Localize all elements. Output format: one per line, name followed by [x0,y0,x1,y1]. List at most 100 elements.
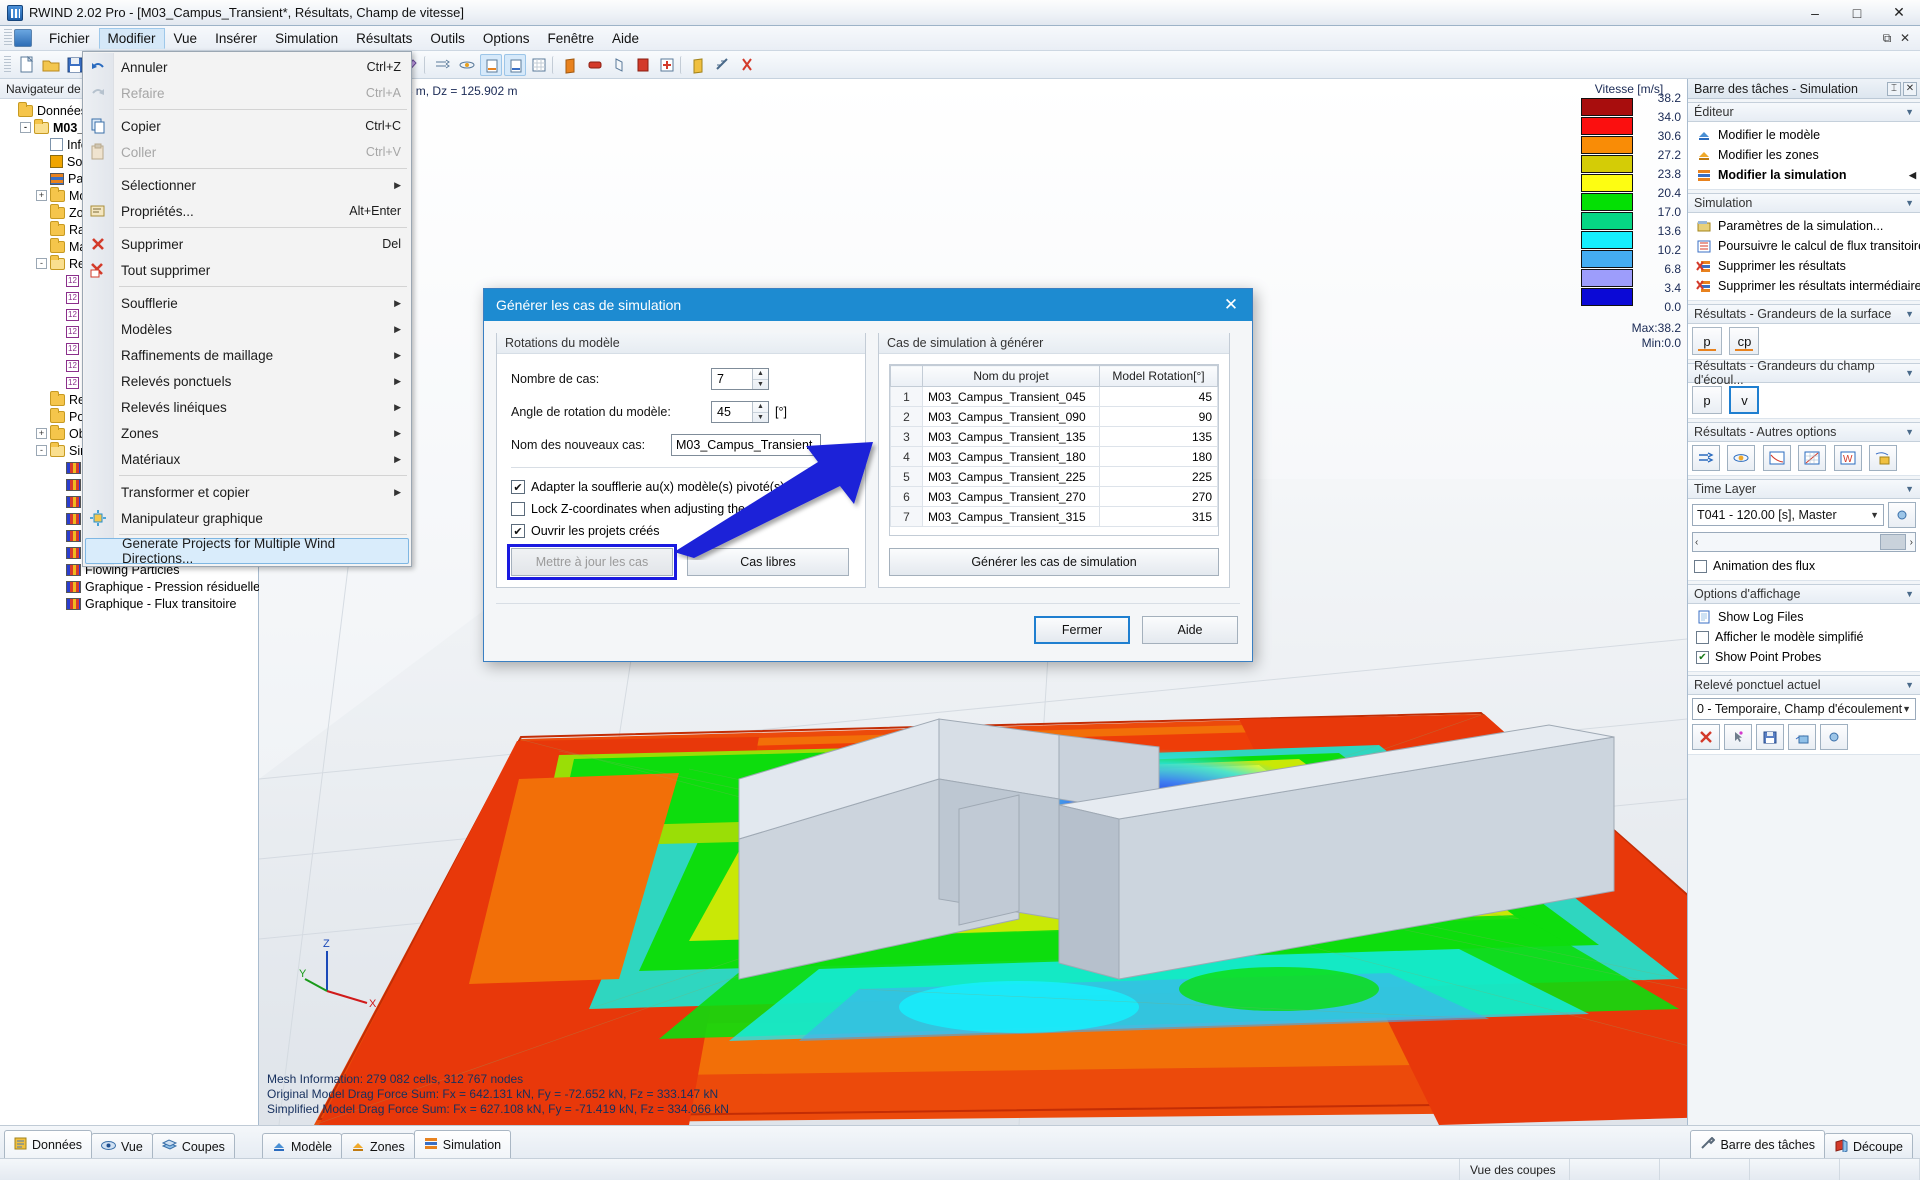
measure-icon[interactable] [712,54,734,76]
group-time-layer-header[interactable]: Time Layer ▼ [1688,479,1920,499]
maximize-button[interactable]: □ [1836,0,1878,26]
tab-zones[interactable]: Zones [341,1133,415,1159]
minimize-button[interactable]: – [1794,0,1836,26]
transient-graph-icon[interactable] [1798,445,1826,471]
menu-outils[interactable]: Outils [421,28,474,49]
clip-plane-icon[interactable] [560,54,582,76]
tree-expander[interactable]: - [36,258,47,269]
tree-expander[interactable]: + [36,428,47,439]
flowfield-v-button[interactable]: v [1729,386,1759,414]
velocity-vectors-icon[interactable] [1692,445,1720,471]
export-probe-icon[interactable] [1788,724,1816,750]
pin-button[interactable]: ⌶ [1887,82,1901,96]
render-icon[interactable] [688,54,710,76]
section-icon[interactable] [608,54,630,76]
checkbox-icon[interactable]: ✔ [1696,651,1709,664]
chevron-down-icon[interactable]: ▼ [1905,309,1914,319]
menu-aide[interactable]: Aide [603,28,648,49]
slice-icon[interactable] [584,54,606,76]
tab-donnees[interactable]: Données [4,1130,92,1159]
chevron-down-icon[interactable]: ▼ [1905,427,1914,437]
tab-modele[interactable]: Modèle [262,1133,342,1159]
group-surface-results-header[interactable]: Résultats - Grandeurs de la surface ▼ [1688,304,1920,324]
table-row[interactable]: 7M03_Campus_Transient_315315 [891,507,1218,527]
angle-rotation-spinner[interactable]: ▲▼ [711,401,769,423]
menu-item-mat-riaux[interactable]: Matériaux▶ [83,446,411,472]
option-show-point-probes[interactable]: ✔ Show Point Probes [1692,647,1916,667]
time-layer-select[interactable]: T041 - 120.00 [s], Master ▼ [1692,504,1884,526]
spin-up-icon[interactable]: ▲ [753,402,768,413]
flow-arrows-icon[interactable] [432,54,454,76]
update-cases-button[interactable]: Mettre à jour les cas [511,548,673,576]
cut-tool-icon[interactable] [736,54,758,76]
close-button[interactable]: ✕ [1878,0,1920,26]
nombre-de-cas-spinner[interactable]: ▲▼ [711,368,769,390]
dialog-help-button[interactable]: Aide [1142,616,1238,644]
nom-nouveaux-cas-input[interactable]: M03_Campus_Transient_ [671,434,821,456]
item-modifier-le-modele[interactable]: Modifier le modèle [1692,125,1916,145]
group-other-options-header[interactable]: Résultats - Autres options ▼ [1688,422,1920,442]
dialog-close-button[interactable]: Fermer [1034,616,1130,644]
option-show-log-files[interactable]: Show Log Files [1692,607,1916,627]
angle-rotation-input[interactable] [712,402,752,422]
table-row[interactable]: 3M03_Campus_Transient_135135 [891,427,1218,447]
menu-item-manipulateur-graphique[interactable]: Manipulateur graphique [83,505,411,531]
checkbox-icon[interactable] [1694,560,1707,573]
checkbox-adapter-soufflerie[interactable]: ✔ Adapter la soufflerie au(x) modèle(s) … [511,476,851,498]
menu-item-zones[interactable]: Zones▶ [83,420,411,446]
delete-probe-icon[interactable] [1692,724,1720,750]
menu-item-soufflerie[interactable]: Soufflerie▶ [83,290,411,316]
time-layer-next-button[interactable]: › [1910,537,1913,548]
chevron-down-icon[interactable]: ▼ [1905,107,1914,117]
nombre-de-cas-input[interactable] [712,369,752,389]
tree-node-graphique-pression-r-siduelle[interactable]: Graphique - Pression résiduelle [0,578,258,595]
item-modifier-les-zones[interactable]: Modifier les zones [1692,145,1916,165]
spin-down-icon[interactable]: ▼ [753,380,768,390]
generate-cases-button[interactable]: Générer les cas de simulation [889,548,1219,576]
probe-icon[interactable] [656,54,678,76]
mdi-restore-button[interactable]: ⧉ [1878,31,1896,46]
free-cases-button[interactable]: Cas libres [687,548,849,576]
table-row[interactable]: 6M03_Campus_Transient_270270 [891,487,1218,507]
spin-up-icon[interactable]: ▲ [753,369,768,380]
tree-expander[interactable]: - [20,122,31,133]
group-display-options-header[interactable]: Options d'affichage ▼ [1688,584,1920,604]
chevron-down-icon[interactable]: ▼ [1905,484,1914,494]
time-layer-settings-icon[interactable] [1888,502,1916,528]
group-flowfield-results-header[interactable]: Résultats - Grandeurs du champ d'écoul..… [1688,363,1920,383]
menu-item-copier[interactable]: CopierCtrl+C [83,113,411,139]
table-row[interactable]: 2M03_Campus_Transient_09090 [891,407,1218,427]
tab-coupes[interactable]: Coupes [152,1133,235,1159]
checkbox-lock-z[interactable]: Lock Z-coordinates when adjusting the tu… [511,498,851,520]
animation-flux-row[interactable]: Animation des flux [1692,556,1916,576]
menu-grip[interactable] [4,29,12,47]
tree-expander[interactable]: - [36,445,47,456]
tree-expander[interactable]: + [36,190,47,201]
table-row[interactable]: 5M03_Campus_Transient_225225 [891,467,1218,487]
chevron-down-icon[interactable]: ▼ [1905,368,1914,378]
menu-item-propri-t-s[interactable]: Propriétés...Alt+Enter [83,198,411,224]
flow-results-icon[interactable] [504,54,526,76]
chevron-down-icon[interactable]: ▼ [1905,680,1914,690]
menu-item-relev-s-ponctuels[interactable]: Relevés ponctuels▶ [83,368,411,394]
menu-inserer[interactable]: Insérer [206,28,266,49]
menu-simulation[interactable]: Simulation [266,28,347,49]
wind-profile-icon[interactable]: W [1834,445,1862,471]
flowfield-p-button[interactable]: p [1692,386,1722,414]
pick-probe-icon[interactable] [1724,724,1752,750]
menu-item-s-lectionner[interactable]: Sélectionner▶ [83,172,411,198]
table-row[interactable]: 4M03_Campus_Transient_180180 [891,447,1218,467]
menu-item-annuler[interactable]: AnnulerCtrl+Z [83,54,411,80]
tab-simulation[interactable]: Simulation [414,1130,511,1159]
generate-simulation-cases-dialog[interactable]: Générer les cas de simulation ✕ Rotation… [483,288,1253,662]
tab-decoupe[interactable]: Découpe [1824,1133,1913,1159]
menu-fenetre[interactable]: Fenêtre [538,28,603,49]
time-layer-slider[interactable]: ‹ › [1692,532,1916,552]
menu-item-mod-les[interactable]: Modèles▶ [83,316,411,342]
group-simulation-header[interactable]: Simulation ▼ [1688,193,1920,213]
particles-icon[interactable] [1869,445,1897,471]
menu-vue[interactable]: Vue [165,28,207,49]
spin-down-icon[interactable]: ▼ [753,413,768,423]
mdi-close-button[interactable]: ✕ [1896,31,1914,45]
toolbar-grip[interactable] [4,56,11,74]
